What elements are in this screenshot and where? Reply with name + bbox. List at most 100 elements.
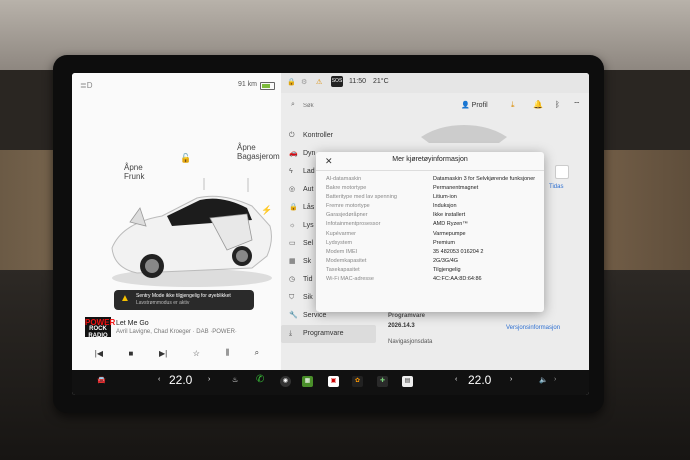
nav-label: Tid — [303, 276, 313, 283]
info-key: Fremre motortype — [326, 203, 370, 210]
bell-icon[interactable]: 🔔 — [533, 100, 543, 109]
camera-icon[interactable]: ◉ — [280, 376, 291, 387]
stop-icon[interactable]: ■ — [129, 349, 134, 358]
seat-heater-icon[interactable]: ♨ — [232, 376, 238, 384]
nav-label: Sel — [303, 240, 314, 247]
car-icon: 🚗 — [289, 150, 298, 157]
previous-track-icon[interactable]: |◀ — [95, 349, 103, 358]
info-key: Kupévarmer — [326, 230, 356, 237]
app-icon[interactable]: ▦ — [302, 376, 313, 387]
download-icon[interactable]: ⤓ — [511, 100, 515, 110]
volume-icon[interactable]: 🔈 — [539, 376, 548, 384]
checkbox[interactable] — [555, 165, 569, 179]
info-row: Modem IMEI 35 482053 016204 2 — [326, 249, 538, 256]
info-key: Lydsystem — [326, 239, 353, 246]
car-status-panel: ≣D 91 km Åpne Bagasjerom Åpne Frunk 🔓 ⚡ … — [72, 73, 281, 373]
info-value: 35 482053 016204 2 — [433, 248, 484, 255]
toybox-icon[interactable]: ✿ — [352, 376, 363, 387]
divider — [316, 170, 544, 171]
info-row: Infotainmentprosessor AMD Ryzen™ — [326, 221, 538, 228]
nav-item-software[interactable]: ⤓ Programvare — [281, 325, 376, 343]
settings-icon[interactable]: ⚙ — [301, 78, 307, 86]
clock-icon: ◷ — [289, 276, 296, 283]
info-row: Taxekapasitet Tilgjengelig — [326, 267, 538, 274]
download-icon: ⤓ — [289, 330, 293, 337]
release-notes-link[interactable]: Versjonsinformasjon — [506, 325, 560, 331]
info-value: AMD Ryzen™ — [433, 221, 468, 228]
info-key: Modem IMEI — [326, 248, 358, 255]
album-art-subtitle: ROCK RADIO — [88, 326, 108, 339]
info-value: 2G/3G/4G — [433, 257, 459, 264]
profile-label: Profil — [471, 102, 488, 109]
search-input[interactable] — [303, 99, 403, 113]
dashcam-icon[interactable]: ▤ — [402, 376, 413, 387]
nav-item[interactable]: ⏻ Kontroller — [281, 127, 376, 145]
info-key: Taxekapasitet — [326, 266, 360, 273]
car-image — [111, 178, 272, 287]
info-row: Garasjedøråpner Ikke installert — [326, 212, 538, 219]
equalizer-icon[interactable]: ⫼ — [225, 348, 229, 358]
search-icon[interactable]: ⌕ — [255, 348, 259, 358]
info-row: Kupévarmer Varmepumpe — [326, 231, 538, 238]
media-player: POWER ROCK RADIO Let Me Go Avril Lavigne… — [82, 317, 272, 365]
driver-temp-down-icon[interactable]: ‹ — [158, 376, 160, 383]
nav-label: Sk — [303, 258, 312, 265]
wifi-icon[interactable]: ⌔ — [573, 100, 581, 110]
nav-label: Lad — [303, 168, 315, 175]
profile-button[interactable]: 👤 Profil — [461, 101, 488, 109]
nav-label: Dyn — [303, 150, 316, 157]
passenger-temperature[interactable]: 22.0 — [468, 373, 491, 387]
driver-temperature[interactable]: 22.0 — [169, 373, 192, 387]
info-value: Ikke installert — [433, 212, 466, 219]
taskbar: 🚘 ‹ 22.0 › ♨ ✆ ◉ ▦ ▣ ✿ ✚ ▤ ‹ 22.0 › 🔈 › — [72, 370, 589, 395]
sos-badge: SOS — [331, 76, 343, 87]
display-icon: ▭ — [289, 240, 296, 247]
sentry-mode-alert[interactable]: ▲ Sentry Mode ikke tilgjengelig for øyeb… — [114, 290, 254, 310]
volume-up-icon[interactable]: › — [554, 376, 556, 383]
phone-icon[interactable]: ✆ — [256, 374, 264, 385]
passenger-temp-value: 22.0 — [468, 373, 492, 387]
steering-icon: ◎ — [289, 186, 296, 193]
driver-temp-up-icon[interactable]: › — [208, 376, 210, 383]
info-table: AI-datamaskin Datamaskin 3 for Selvkjøren… — [326, 176, 538, 285]
info-row: Lydsystem Premium — [326, 240, 538, 247]
info-value: Tilgjengelig — [433, 266, 461, 273]
nav-data-label: Navigasjonsdata — [388, 339, 433, 345]
passenger-temp-up-icon[interactable]: › — [510, 376, 512, 383]
nav-label: Service — [303, 312, 327, 319]
song-title: Let Me Go — [116, 320, 149, 327]
shield-icon: ⛉ — [289, 294, 295, 301]
service-icon[interactable]: ⚠ — [316, 78, 322, 86]
info-key: Wi-Fi MAC-adresse — [326, 276, 374, 283]
calendar-icon: ▦ — [289, 258, 296, 265]
lock-status-icon[interactable]: 🔒 — [287, 78, 296, 86]
light-icon: ☼ — [289, 222, 296, 229]
passenger-temp-down-icon[interactable]: ‹ — [455, 376, 457, 383]
wrench-icon: 🔧 — [289, 312, 298, 319]
car-status-bar: ≣D 91 km — [78, 79, 275, 93]
touchscreen: ≣D 91 km Åpne Bagasjerom Åpne Frunk 🔓 ⚡ … — [72, 73, 589, 395]
warning-icon: ▲ — [120, 293, 130, 304]
toggle-icon: ⏻ — [289, 132, 295, 139]
vehicle-info-dialog: ✕ Mer kjøretøyinformasjon AI-datamaskin D… — [316, 152, 544, 312]
info-row: AI-datamaskin Datamaskin 3 for Selvkjøren… — [326, 176, 538, 183]
lock-icon: 🔒 — [289, 204, 298, 211]
next-track-icon[interactable]: ▶| — [159, 349, 167, 358]
search-icon: ⌕ — [291, 101, 295, 108]
calendar-icon[interactable]: ▣ — [328, 376, 339, 387]
car-icon[interactable]: 🚘 — [97, 376, 106, 384]
info-value: Datamaskin 3 for Selvkjørende funksjoner — [433, 176, 536, 182]
software-version: 2026.14.3 — [388, 323, 415, 329]
unlock-icon[interactable]: 🔓 — [180, 153, 191, 164]
arcade-icon[interactable]: ✚ — [377, 376, 388, 387]
software-section: Programvare 2026.14.3 Navigasjonsdata — [388, 313, 432, 345]
dialog-title: Mer kjøretøyinformasjon — [392, 156, 468, 163]
open-trunk-button[interactable]: Åpne Bagasjerom — [237, 143, 280, 161]
nav-label: Kontroller — [303, 132, 333, 139]
tidas-link[interactable]: Tidas — [549, 184, 563, 190]
favorite-icon[interactable]: ☆ — [193, 349, 200, 358]
info-row: Modemkapasitet 2G/3G/4G — [326, 258, 538, 265]
bolt-icon: ϟ — [289, 168, 293, 175]
bluetooth-icon[interactable]: ᛒ — [555, 100, 560, 109]
album-art-title: POWER — [85, 318, 116, 327]
